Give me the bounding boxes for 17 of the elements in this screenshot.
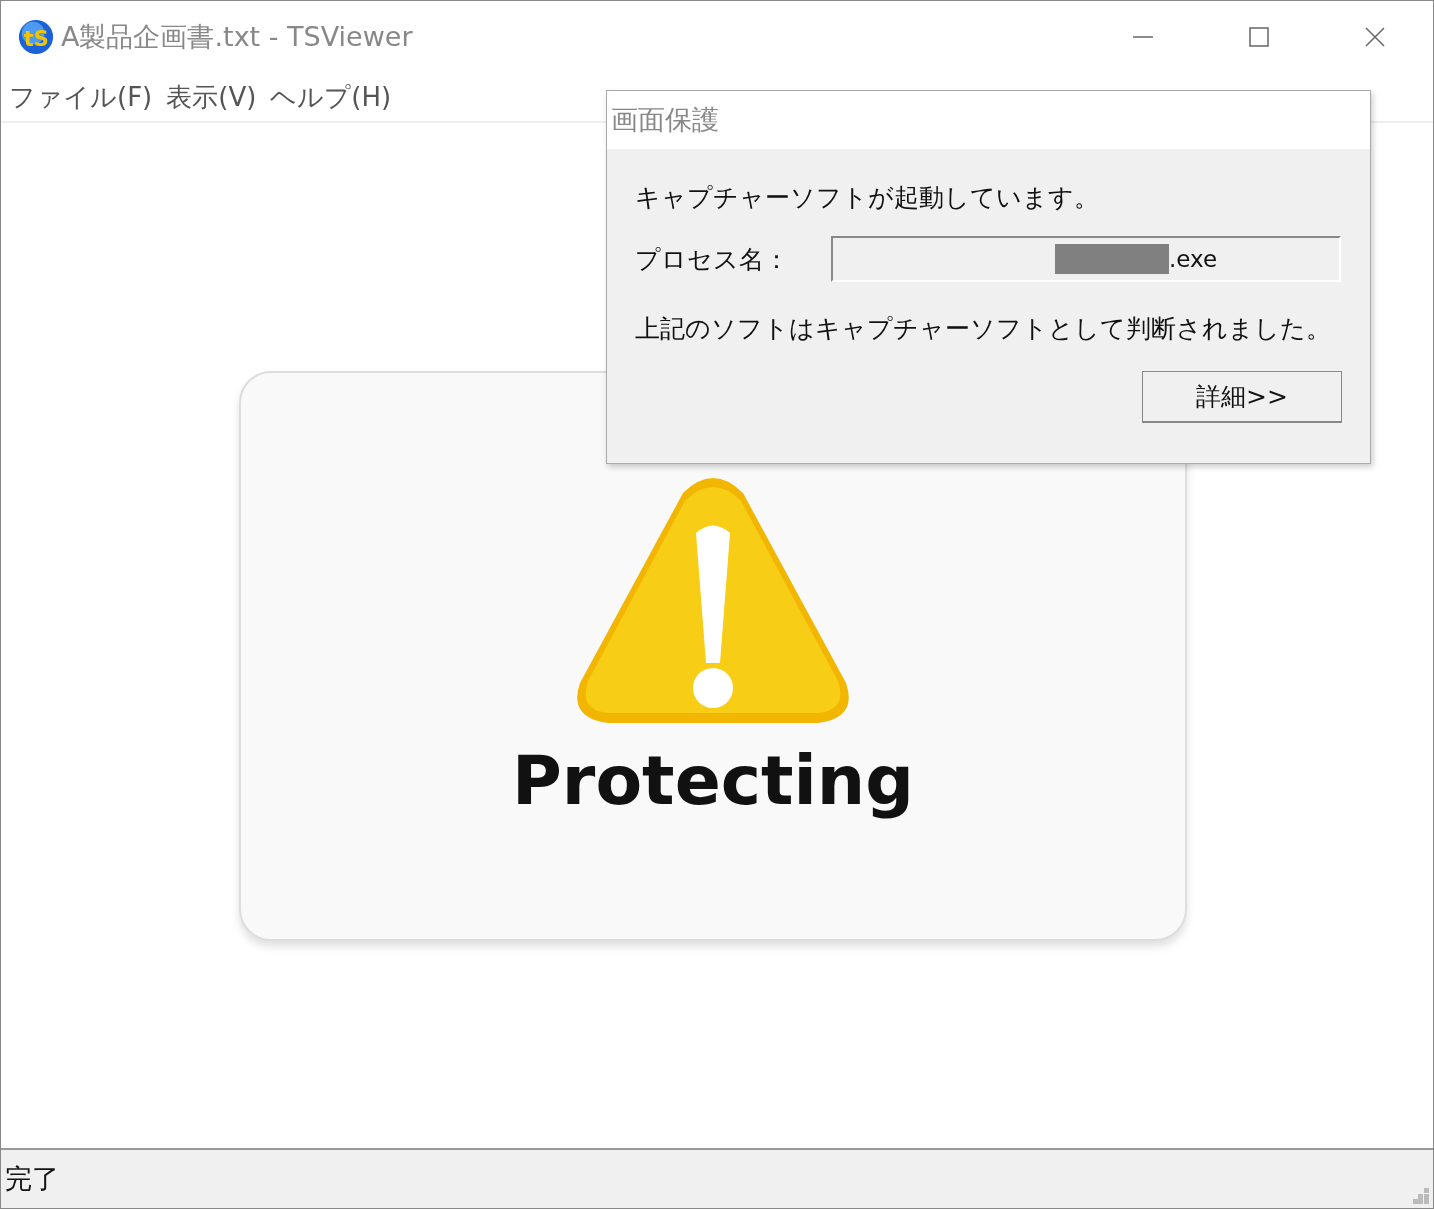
menu-item[interactable]: 表示(V)	[166, 79, 257, 115]
maximize-icon	[1248, 26, 1270, 48]
menu-item[interactable]: ファイル(F)	[9, 79, 153, 115]
process-label: プロセス名：	[635, 243, 790, 276]
app-logo-icon: tS	[17, 18, 55, 56]
window-title: A製品企画書.txt - TSViewer	[61, 20, 413, 54]
dialog-note: 上記のソフトはキャプチャーソフトとして判断されました。	[635, 313, 1332, 345]
menu-item[interactable]: ヘルプ(H)	[270, 79, 392, 115]
resize-grip-icon[interactable]	[1413, 1188, 1429, 1204]
minimize-icon	[1132, 36, 1154, 38]
close-icon	[1364, 26, 1386, 48]
process-value: .exe	[1168, 246, 1218, 272]
status-text: 完了	[5, 1162, 59, 1196]
dialog-title: 画面保護	[611, 103, 719, 137]
details-button[interactable]: 詳細>>	[1142, 371, 1342, 423]
dialog-message: キャプチャーソフトが起動しています。	[635, 182, 1100, 214]
protecting-text: Protecting	[512, 739, 914, 822]
